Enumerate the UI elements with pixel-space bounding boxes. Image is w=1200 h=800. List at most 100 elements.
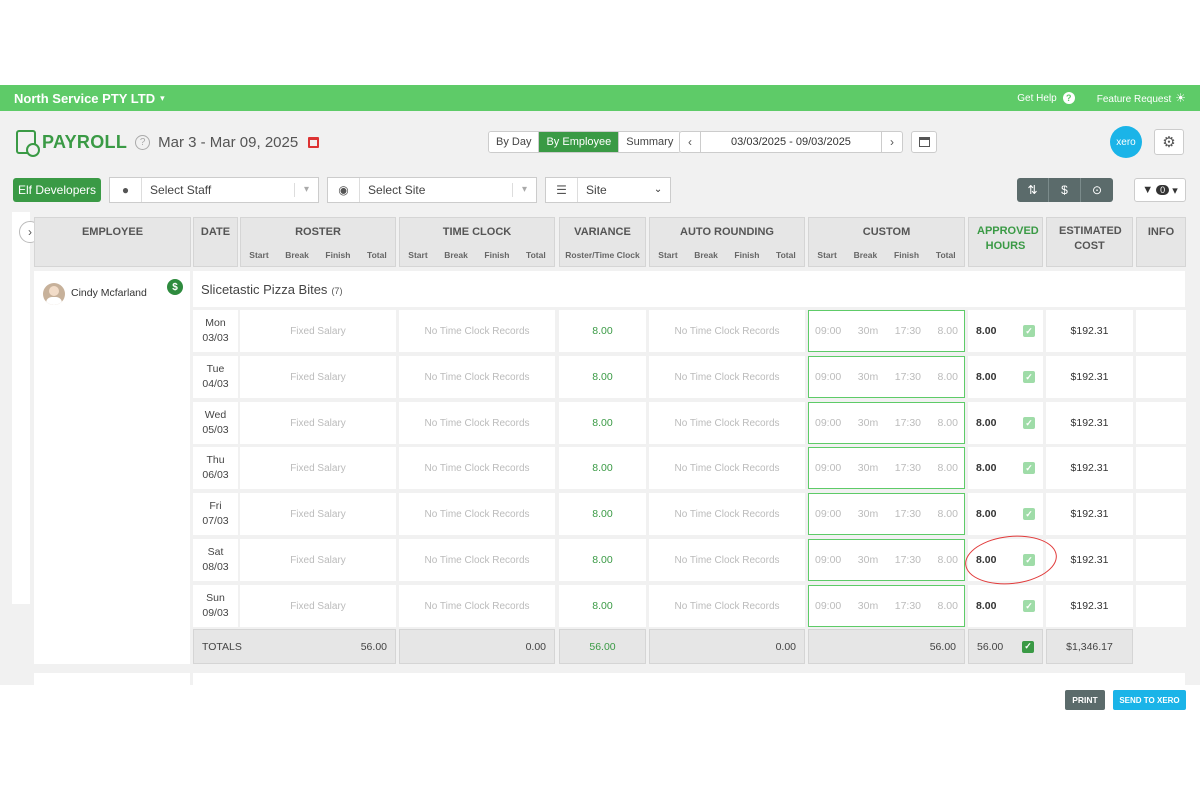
custom-total[interactable]: 8.00: [938, 462, 958, 474]
custom-total[interactable]: 8.00: [938, 325, 958, 337]
custom-finish[interactable]: 17:30: [895, 371, 921, 383]
site-group-header: Slicetastic Pizza Bites (7): [193, 271, 1185, 307]
view-by-employee-button[interactable]: By Employee: [539, 132, 620, 152]
row-date-value: 04/03: [202, 378, 229, 390]
custom-hours-cell[interactable]: 09:00 30m 17:30 8.00: [808, 539, 965, 581]
custom-finish[interactable]: 17:30: [895, 508, 921, 520]
custom-hours-cell[interactable]: 09:00 30m 17:30 8.00: [808, 310, 965, 352]
approve-checkbox[interactable]: ✓: [1023, 600, 1035, 612]
info-cell[interactable]: [1136, 402, 1186, 444]
col-employee-label: EMPLOYEE: [81, 226, 144, 238]
chevron-left-icon[interactable]: ‹: [680, 132, 700, 152]
row-day: Thu: [206, 454, 225, 466]
custom-total[interactable]: 8.00: [938, 508, 958, 520]
col-info: INFO: [1136, 217, 1186, 267]
custom-break[interactable]: 30m: [858, 554, 878, 566]
custom-break[interactable]: 30m: [858, 462, 878, 474]
sub-variance: Roster/Time Clock: [565, 250, 640, 260]
sort-icon[interactable]: ⇅: [1017, 178, 1049, 202]
company-selector[interactable]: North Service PTY LTD: [14, 91, 155, 106]
clock-cell: No Time Clock Records: [399, 356, 555, 398]
custom-hours-cell[interactable]: 09:00 30m 17:30 8.00: [808, 447, 965, 489]
group-by-select[interactable]: ☰ Site ⌄: [545, 177, 672, 203]
custom-total[interactable]: 8.00: [938, 371, 958, 383]
team-button[interactable]: Elf Developers: [13, 178, 102, 202]
custom-start[interactable]: 09:00: [815, 371, 841, 383]
custom-start[interactable]: 09:00: [815, 508, 841, 520]
roster-cell: Fixed Salary: [240, 539, 396, 581]
filter-button[interactable]: ▼ 0 ▾: [1134, 178, 1186, 202]
custom-total[interactable]: 8.00: [938, 600, 958, 612]
calendar-icon[interactable]: [308, 136, 320, 148]
site-select[interactable]: ◉ Select Site ▾: [327, 177, 538, 203]
feature-request-link[interactable]: Feature Request ☀: [1097, 91, 1186, 105]
sort-order-icon[interactable]: ⊙: [1081, 178, 1113, 202]
custom-break[interactable]: 30m: [858, 371, 878, 383]
custom-hours-cell[interactable]: 09:00 30m 17:30 8.00: [808, 585, 965, 627]
date-range-field[interactable]: 03/03/2025 - 09/03/2025: [700, 132, 882, 152]
approve-checkbox[interactable]: ✓: [1023, 417, 1035, 429]
dollar-icon[interactable]: $: [167, 279, 183, 295]
print-button[interactable]: PRINT: [1065, 690, 1105, 710]
employee-name[interactable]: Cindy Mcfarland: [71, 287, 147, 299]
chevron-right-icon[interactable]: ›: [882, 132, 902, 152]
custom-break[interactable]: 30m: [858, 417, 878, 429]
sub-total: Total: [776, 250, 796, 260]
xero-logo[interactable]: xero: [1110, 126, 1142, 158]
custom-finish[interactable]: 17:30: [895, 554, 921, 566]
top-bar: North Service PTY LTD ▾ Get Help? Featur…: [0, 85, 1200, 111]
dollar-icon[interactable]: $: [1049, 178, 1081, 202]
custom-start[interactable]: 09:00: [815, 600, 841, 612]
info-cell[interactable]: [1136, 493, 1186, 535]
page-header: PAYROLL ? Mar 3 - Mar 09, 2025 By Day By…: [16, 126, 1186, 158]
info-cell[interactable]: [1136, 356, 1186, 398]
col-date: DATE: [193, 217, 238, 267]
custom-hours-cell[interactable]: 09:00 30m 17:30 8.00: [808, 493, 965, 535]
approve-checkbox[interactable]: ✓: [1023, 462, 1035, 474]
roster-cell: Fixed Salary: [240, 493, 396, 535]
sub-finish: Finish: [484, 250, 510, 260]
approved-hours-cell: 8.00 ✓: [968, 402, 1043, 444]
help-circle-icon[interactable]: ?: [135, 134, 151, 150]
approve-checkbox[interactable]: ✓: [1023, 508, 1035, 520]
calendar-button[interactable]: [911, 131, 937, 153]
row-date-value: 05/03: [202, 424, 229, 436]
custom-finish[interactable]: 17:30: [895, 600, 921, 612]
info-cell[interactable]: [1136, 539, 1186, 581]
custom-break[interactable]: 30m: [858, 508, 878, 520]
info-cell[interactable]: [1136, 310, 1186, 352]
view-summary-button[interactable]: Summary: [619, 132, 681, 152]
approve-all-checkbox[interactable]: ✓: [1022, 640, 1034, 653]
approved-hours-cell: 8.00 ✓: [968, 447, 1043, 489]
custom-start[interactable]: 09:00: [815, 462, 841, 474]
approve-checkbox[interactable]: ✓: [1023, 325, 1035, 337]
send-to-xero-button[interactable]: SEND TO XERO: [1113, 690, 1186, 710]
custom-finish[interactable]: 17:30: [895, 462, 921, 474]
get-help-link[interactable]: Get Help?: [1017, 92, 1075, 104]
sub-total: Total: [367, 250, 387, 260]
info-cell[interactable]: [1136, 447, 1186, 489]
approve-checkbox[interactable]: ✓: [1023, 371, 1035, 383]
sub-finish: Finish: [325, 250, 351, 260]
custom-start[interactable]: 09:00: [815, 417, 841, 429]
staff-select[interactable]: ● Select Staff ▾: [109, 177, 320, 203]
totals-clock: 0.00: [399, 629, 555, 664]
custom-break[interactable]: 30m: [858, 600, 878, 612]
custom-break[interactable]: 30m: [858, 325, 878, 337]
roster-cell: Fixed Salary: [240, 310, 396, 352]
custom-total[interactable]: 8.00: [938, 417, 958, 429]
custom-hours-cell[interactable]: 09:00 30m 17:30 8.00: [808, 402, 965, 444]
next-employee-panel: [34, 673, 190, 685]
custom-finish[interactable]: 17:30: [895, 325, 921, 337]
avatar[interactable]: [43, 283, 65, 305]
info-cell[interactable]: [1136, 585, 1186, 627]
custom-total[interactable]: 8.00: [938, 554, 958, 566]
view-by-day-button[interactable]: By Day: [489, 132, 540, 152]
caret-down-icon[interactable]: ▾: [160, 93, 165, 104]
custom-hours-cell[interactable]: 09:00 30m 17:30 8.00: [808, 356, 965, 398]
custom-start[interactable]: 09:00: [815, 325, 841, 337]
person-icon: ●: [110, 178, 143, 202]
custom-finish[interactable]: 17:30: [895, 417, 921, 429]
gear-icon[interactable]: ⚙: [1154, 129, 1184, 155]
custom-start[interactable]: 09:00: [815, 554, 841, 566]
